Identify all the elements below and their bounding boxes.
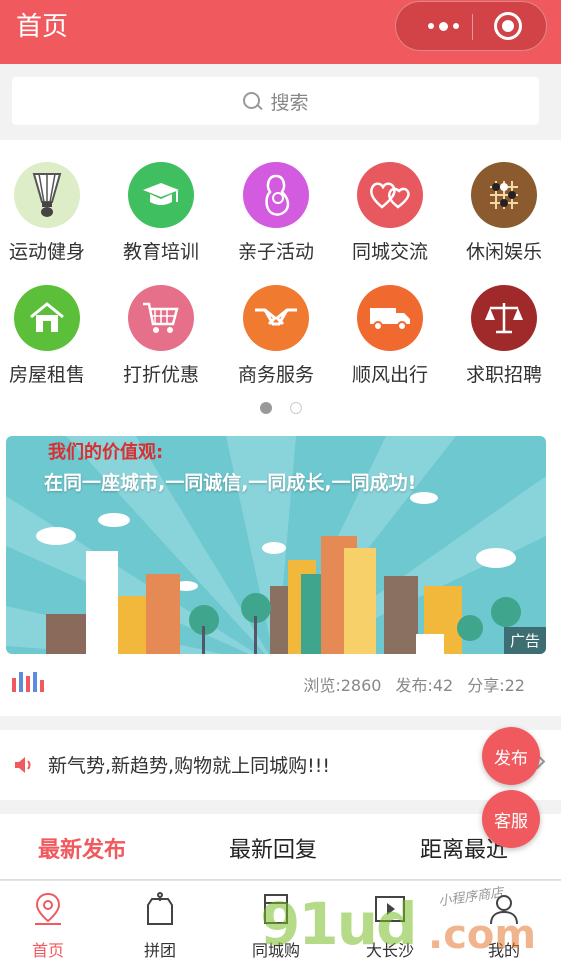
ad-banner[interactable]: 我们的价值观: 在同一座城市,一同诚信,一同成长,一同成功! 广告 xyxy=(6,436,546,654)
location-pin-icon xyxy=(35,892,61,925)
shares-count: 分享:22 xyxy=(467,676,525,695)
chess-board-icon xyxy=(471,162,537,228)
category-jobs[interactable]: 求职招聘 xyxy=(454,285,554,403)
search-section: 搜索 xyxy=(0,64,561,140)
speaker-icon xyxy=(15,757,31,773)
nav-changsha[interactable]: 大长沙 xyxy=(340,887,440,960)
mini-program-capsule xyxy=(395,1,547,51)
category-label: 运动健身 xyxy=(8,241,85,263)
category-grid: 运动健身 教育培训 亲子活动 同城交流 休闲娱乐 房屋租售 打折优惠 商务服务 … xyxy=(0,140,561,422)
category-label: 同城交流 xyxy=(351,241,428,263)
pager-dot[interactable] xyxy=(289,402,302,414)
close-target-icon[interactable] xyxy=(494,12,522,40)
parent-child-icon xyxy=(243,162,309,228)
category-education[interactable]: 教育培训 xyxy=(111,162,211,280)
handshake-icon xyxy=(243,285,309,351)
category-label: 教育培训 xyxy=(122,241,199,263)
ad-tag: 广告 xyxy=(503,627,546,654)
video-icon xyxy=(375,896,405,922)
notice-bar[interactable]: 新气势,新趋势,购物就上同城购!!! xyxy=(0,730,561,800)
views-count: 浏览:2860 xyxy=(303,676,382,695)
category-leisure[interactable]: 休闲娱乐 xyxy=(454,162,554,280)
category-label: 商务服务 xyxy=(237,364,314,386)
category-label: 亲子活动 xyxy=(237,241,314,263)
nav-local-shop[interactable]: 同城购 xyxy=(226,887,326,960)
stats-row: 浏览:2860 发布:42 分享:22 xyxy=(0,654,561,716)
banner-section: 我们的价值观: 在同一座城市,一同诚信,一同成长,一同成功! 广告 xyxy=(0,422,561,654)
customer-service-button[interactable]: 客服 xyxy=(482,790,540,848)
user-icon xyxy=(490,895,518,925)
publish-button[interactable]: 发布 xyxy=(482,727,540,785)
category-rideshare[interactable]: 顺风出行 xyxy=(340,285,440,403)
category-housing[interactable]: 房屋租售 xyxy=(0,285,97,403)
header-bar: 首页 xyxy=(0,0,561,64)
feed-tabs: 最新发布 最新回复 距离最近 xyxy=(0,814,561,880)
tab-latest-replies[interactable]: 最新回复 xyxy=(229,832,317,864)
house-icon xyxy=(14,285,80,351)
nav-home[interactable]: 首页 xyxy=(0,887,98,960)
posts-count: 发布:42 xyxy=(395,676,454,695)
category-discounts[interactable]: 打折优惠 xyxy=(111,285,211,403)
pager-dot-active[interactable] xyxy=(259,402,272,414)
category-sports[interactable]: 运动健身 xyxy=(0,162,97,280)
badminton-icon xyxy=(14,162,80,228)
search-placeholder: 搜索 xyxy=(270,91,309,114)
nav-label: 同城购 xyxy=(251,941,300,960)
nav-group-buy[interactable]: 拼团 xyxy=(110,887,210,960)
tag-icon xyxy=(147,892,173,925)
truck-icon xyxy=(357,285,423,351)
more-menu-icon[interactable] xyxy=(414,2,472,50)
scales-icon xyxy=(471,285,537,351)
nav-label: 我的 xyxy=(487,941,520,960)
category-label: 求职招聘 xyxy=(465,364,542,386)
store-icon xyxy=(264,894,288,924)
stats-text: 浏览:2860 发布:42 分享:22 xyxy=(303,672,525,696)
nav-label: 首页 xyxy=(31,941,64,960)
grid-pager xyxy=(0,402,561,414)
capsule-divider xyxy=(472,14,473,40)
category-label: 房屋租售 xyxy=(8,364,85,386)
category-local-exchange[interactable]: 同城交流 xyxy=(340,162,440,280)
tab-latest-posts[interactable]: 最新发布 xyxy=(38,832,126,864)
notice-message: 新气势,新趋势,购物就上同城购!!! xyxy=(48,755,330,777)
banner-slogan: 在同一座城市,一同诚信,一同成长,一同成功! xyxy=(44,472,417,494)
nav-profile[interactable]: 我的 xyxy=(454,887,554,960)
search-icon xyxy=(242,91,262,111)
category-parent-child[interactable]: 亲子活动 xyxy=(226,162,326,280)
category-label: 顺风出行 xyxy=(351,364,428,386)
hearts-icon xyxy=(357,162,423,228)
shopping-cart-icon xyxy=(128,285,194,351)
search-input[interactable]: 搜索 xyxy=(12,77,539,125)
bottom-nav: 首页 拼团 同城购 大长沙 我的 xyxy=(0,880,561,960)
category-label: 休闲娱乐 xyxy=(465,241,542,263)
category-business[interactable]: 商务服务 xyxy=(226,285,326,403)
banner-headline: 我们的价值观: xyxy=(48,442,164,463)
bar-chart-icon xyxy=(12,672,44,692)
graduation-cap-icon xyxy=(128,162,194,228)
nav-label: 大长沙 xyxy=(365,941,414,960)
page-title: 首页 xyxy=(16,12,69,42)
nav-label: 拼团 xyxy=(143,941,176,960)
category-label: 打折优惠 xyxy=(122,364,199,386)
